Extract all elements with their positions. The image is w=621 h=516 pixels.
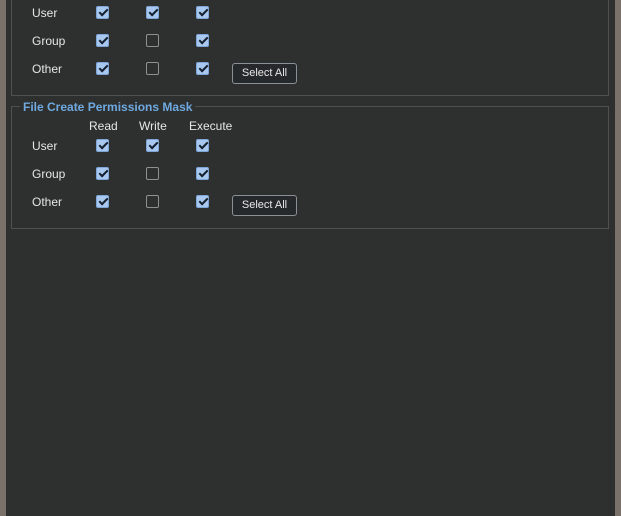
group-write-checkbox[interactable] (146, 34, 159, 47)
row-label-group: Group (32, 34, 66, 48)
user-execute-checkbox[interactable] (196, 139, 209, 152)
user-execute-checkbox[interactable] (196, 6, 209, 19)
row-label-user: User (32, 139, 58, 153)
user-write-checkbox[interactable] (146, 6, 159, 19)
group-read-checkbox[interactable] (96, 167, 109, 180)
other-read-checkbox[interactable] (96, 195, 109, 208)
file-create-permissions-title: File Create Permissions Mask (20, 99, 196, 115)
other-write-checkbox[interactable] (146, 195, 159, 208)
row-label-other: Other (32, 195, 63, 209)
permissions-panel: User Group Other Select All File Create … (6, 0, 615, 516)
user-read-checkbox[interactable] (96, 139, 109, 152)
group-write-checkbox[interactable] (146, 167, 159, 180)
row-label-group: Group (32, 167, 66, 181)
other-write-checkbox[interactable] (146, 62, 159, 75)
row-label-other: Other (32, 62, 63, 76)
permissions-group-upper: User Group Other Select All (11, 0, 609, 96)
user-write-checkbox[interactable] (146, 139, 159, 152)
group-execute-checkbox[interactable] (196, 167, 209, 180)
select-all-button[interactable]: Select All (232, 63, 297, 84)
other-read-checkbox[interactable] (96, 62, 109, 75)
group-read-checkbox[interactable] (96, 34, 109, 47)
select-all-button[interactable]: Select All (232, 195, 297, 216)
group-execute-checkbox[interactable] (196, 34, 209, 47)
column-header-write: Write (139, 119, 167, 133)
other-execute-checkbox[interactable] (196, 62, 209, 75)
row-label-user: User (32, 6, 58, 20)
column-header-execute: Execute (189, 119, 233, 133)
column-header-read: Read (89, 119, 118, 133)
file-create-permissions-group: File Create Permissions Mask Read Write … (11, 99, 609, 229)
user-read-checkbox[interactable] (96, 6, 109, 19)
other-execute-checkbox[interactable] (196, 195, 209, 208)
